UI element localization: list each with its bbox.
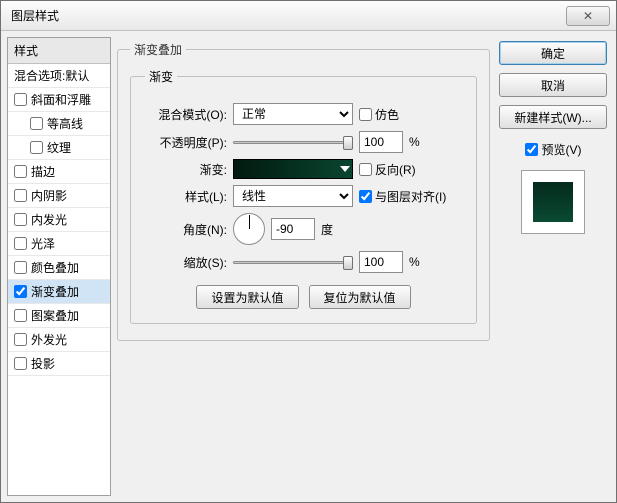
- scale-slider[interactable]: [233, 254, 353, 270]
- layer-style-dialog: 图层样式 ✕ 样式 混合选项:默认 斜面和浮雕等高线纹理描边内阴影内发光光泽颜色…: [0, 0, 617, 503]
- gradient-label: 渐变:: [145, 161, 227, 178]
- align-checkbox[interactable]: 与图层对齐(I): [359, 188, 446, 205]
- preview-swatch: [533, 182, 573, 222]
- style-item[interactable]: 内发光: [8, 208, 110, 232]
- ok-button[interactable]: 确定: [499, 41, 607, 65]
- style-item-label: 颜色叠加: [31, 259, 79, 276]
- style-item[interactable]: 斜面和浮雕: [8, 88, 110, 112]
- style-item-label: 光泽: [31, 235, 55, 252]
- style-item-label: 纹理: [47, 139, 71, 156]
- style-item[interactable]: 内阴影: [8, 184, 110, 208]
- set-default-button[interactable]: 设置为默认值: [196, 285, 298, 309]
- opacity-input[interactable]: [359, 131, 403, 153]
- preview-checkbox[interactable]: 预览(V): [525, 141, 582, 158]
- style-item[interactable]: 纹理: [8, 136, 110, 160]
- dither-checkbox[interactable]: 仿色: [359, 106, 399, 123]
- inner-title: 渐变: [145, 68, 177, 85]
- style-item-checkbox[interactable]: [14, 285, 27, 298]
- gradient-picker[interactable]: [233, 159, 353, 179]
- style-item[interactable]: 颜色叠加: [8, 256, 110, 280]
- group-title: 渐变叠加: [130, 41, 186, 58]
- style-item[interactable]: 等高线: [8, 112, 110, 136]
- style-item-checkbox[interactable]: [14, 93, 27, 106]
- styles-list: 样式 混合选项:默认 斜面和浮雕等高线纹理描边内阴影内发光光泽颜色叠加渐变叠加图…: [7, 37, 111, 496]
- blend-mode-select[interactable]: 正常: [233, 103, 353, 125]
- gradient-inner-group: 渐变 混合模式(O): 正常 仿色 不透明度(P): % 渐变:: [130, 68, 477, 324]
- style-item-checkbox[interactable]: [14, 237, 27, 250]
- style-item-label: 渐变叠加: [31, 283, 79, 300]
- opacity-slider[interactable]: [233, 134, 353, 150]
- opacity-label: 不透明度(P):: [145, 134, 227, 151]
- style-item-label: 图案叠加: [31, 307, 79, 324]
- angle-input[interactable]: [271, 218, 315, 240]
- preview-box: [521, 170, 585, 234]
- dialog-content: 样式 混合选项:默认 斜面和浮雕等高线纹理描边内阴影内发光光泽颜色叠加渐变叠加图…: [1, 31, 616, 502]
- restore-default-button[interactable]: 复位为默认值: [309, 285, 411, 309]
- style-item[interactable]: 图案叠加: [8, 304, 110, 328]
- close-icon: ✕: [583, 9, 593, 23]
- style-item-label: 斜面和浮雕: [31, 91, 91, 108]
- new-style-button[interactable]: 新建样式(W)...: [499, 105, 607, 129]
- style-item[interactable]: 描边: [8, 160, 110, 184]
- style-item-checkbox[interactable]: [14, 189, 27, 202]
- style-item[interactable]: 投影: [8, 352, 110, 376]
- chevron-down-icon: [340, 166, 350, 172]
- style-item-checkbox[interactable]: [30, 141, 43, 154]
- style-item-checkbox[interactable]: [14, 333, 27, 346]
- titlebar: 图层样式 ✕: [1, 1, 616, 31]
- style-item-label: 等高线: [47, 115, 83, 132]
- style-item-checkbox[interactable]: [14, 165, 27, 178]
- cancel-button[interactable]: 取消: [499, 73, 607, 97]
- style-item[interactable]: 光泽: [8, 232, 110, 256]
- style-item-checkbox[interactable]: [14, 309, 27, 322]
- style-item-label: 外发光: [31, 331, 67, 348]
- style-item-checkbox[interactable]: [14, 357, 27, 370]
- scale-label: 缩放(S):: [145, 254, 227, 271]
- scale-input[interactable]: [359, 251, 403, 273]
- reverse-checkbox[interactable]: 反向(R): [359, 161, 416, 178]
- style-item-label: 内发光: [31, 211, 67, 228]
- gradient-overlay-group: 渐变叠加 渐变 混合模式(O): 正常 仿色 不透明度(P): %: [117, 41, 490, 341]
- options-panel: 渐变叠加 渐变 混合模式(O): 正常 仿色 不透明度(P): %: [117, 37, 490, 496]
- right-panel: 确定 取消 新建样式(W)... 预览(V): [496, 37, 610, 496]
- style-item[interactable]: 渐变叠加: [8, 280, 110, 304]
- blend-mode-label: 混合模式(O):: [145, 106, 227, 123]
- close-button[interactable]: ✕: [566, 6, 610, 26]
- style-item-checkbox[interactable]: [30, 117, 43, 130]
- style-item[interactable]: 外发光: [8, 328, 110, 352]
- style-select[interactable]: 线性: [233, 185, 353, 207]
- blend-options-row[interactable]: 混合选项:默认: [8, 64, 110, 88]
- angle-label: 角度(N):: [145, 221, 227, 238]
- styles-header: 样式: [8, 38, 110, 64]
- style-item-label: 内阴影: [31, 187, 67, 204]
- style-item-checkbox[interactable]: [14, 261, 27, 274]
- style-item-label: 描边: [31, 163, 55, 180]
- style-item-label: 投影: [31, 355, 55, 372]
- dialog-title: 图层样式: [7, 7, 566, 24]
- style-item-checkbox[interactable]: [14, 213, 27, 226]
- style-label: 样式(L):: [145, 188, 227, 205]
- angle-dial[interactable]: [233, 213, 265, 245]
